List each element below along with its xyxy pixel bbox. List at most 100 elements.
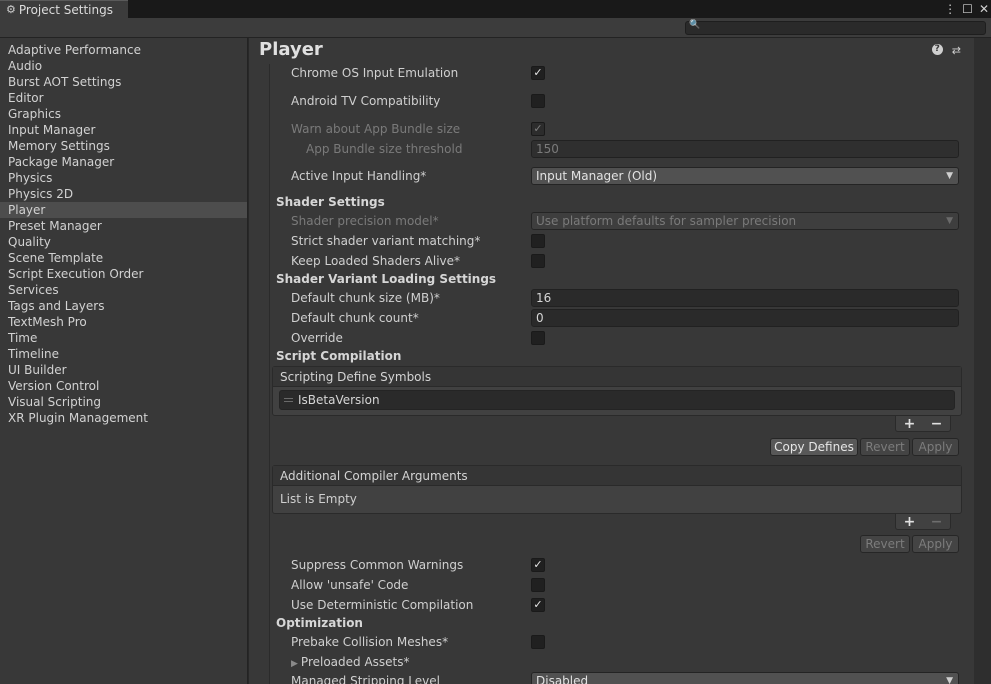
additional-compiler-arguments-header: Additional Compiler Arguments [273, 466, 961, 486]
window-controls: ⋮ ☐ ✕ [944, 0, 989, 18]
default-chunk-size-field[interactable]: 16 [531, 289, 959, 307]
page-title: Player [259, 39, 323, 60]
sidebar-item-package-manager[interactable]: Package Manager [0, 154, 247, 170]
managed-stripping-level-value: Disabled [536, 674, 589, 684]
shader-precision-model-label: Shader precision model* [291, 214, 439, 228]
define-symbol-value: IsBetaVersion [298, 393, 380, 407]
sidebar-item-adaptive-performance[interactable]: Adaptive Performance [0, 42, 247, 58]
additional-compiler-arguments-list: Additional Compiler Arguments List is Em… [272, 465, 962, 514]
shader-variant-loading-heading: Shader Variant Loading Settings [276, 272, 497, 286]
scripting-define-symbols-header: Scripting Define Symbols [273, 367, 961, 387]
preloaded-assets-label: Preloaded Assets* [300, 655, 410, 669]
prebake-collision-meshes-label: Prebake Collision Meshes* [291, 635, 449, 649]
shader-precision-model-value: Use platform defaults for sampler precis… [536, 214, 797, 228]
sidebar-item-version-control[interactable]: Version Control [0, 378, 247, 394]
sidebar-item-xr-plugin-management[interactable]: XR Plugin Management [0, 410, 247, 426]
drag-handle-icon[interactable] [284, 398, 293, 402]
default-chunk-count-field[interactable]: 0 [531, 309, 959, 327]
add-icon[interactable]: + [904, 514, 916, 530]
prebake-collision-meshes-checkbox[interactable] [531, 635, 545, 649]
panel-header: Player ? ⇄ ⋮ [249, 38, 991, 64]
android-tv-compatibility-label: Android TV Compatibility [291, 94, 441, 108]
sidebar-item-audio[interactable]: Audio [0, 58, 247, 74]
use-deterministic-compilation-checkbox[interactable]: ✓ [531, 598, 545, 612]
apply-button[interactable]: Apply [912, 438, 959, 456]
allow-unsafe-code-label: Allow 'unsafe' Code [291, 578, 409, 592]
sidebar-item-physics-2d[interactable]: Physics 2D [0, 186, 247, 202]
android-tv-compatibility-checkbox[interactable] [531, 94, 545, 108]
sidebar-item-tags-and-layers[interactable]: Tags and Layers [0, 298, 247, 314]
search-icon: 🔍 [689, 20, 701, 30]
managed-stripping-level-label: Managed Stripping Level [291, 674, 440, 684]
sidebar-item-quality[interactable]: Quality [0, 234, 247, 250]
add-icon[interactable]: + [904, 416, 916, 432]
compiler-apply-button[interactable]: Apply [912, 535, 959, 553]
maximize-icon[interactable]: ☐ [962, 2, 973, 16]
suppress-common-warnings-checkbox[interactable]: ✓ [531, 558, 545, 572]
sidebar-item-textmesh-pro[interactable]: TextMesh Pro [0, 314, 247, 330]
project-settings-tab[interactable]: ⚙ Project Settings [0, 0, 128, 18]
close-icon[interactable]: ✕ [979, 2, 989, 16]
sidebar-item-physics[interactable]: Physics [0, 170, 247, 186]
sidebar-item-visual-scripting[interactable]: Visual Scripting [0, 394, 247, 410]
preset-icon[interactable]: ⇄ [952, 44, 961, 57]
compiler-revert-button[interactable]: Revert [860, 535, 910, 553]
sidebar-item-editor[interactable]: Editor [0, 90, 247, 106]
keep-loaded-shaders-alive-label: Keep Loaded Shaders Alive* [291, 254, 461, 268]
sidebar-item-scene-template[interactable]: Scene Template [0, 250, 247, 266]
chevron-down-icon: ▼ [946, 171, 953, 181]
chrome-os-input-emulation-checkbox[interactable]: ✓ [531, 66, 545, 80]
shader-settings-heading: Shader Settings [276, 195, 385, 209]
managed-stripping-level-dropdown[interactable]: Disabled ▼ [531, 672, 959, 684]
strict-shader-variant-matching-checkbox[interactable] [531, 234, 545, 248]
copy-defines-button[interactable]: Copy Defines [770, 438, 858, 456]
suppress-common-warnings-label: Suppress Common Warnings [291, 558, 464, 572]
sidebar-item-input-manager[interactable]: Input Manager [0, 122, 247, 138]
gear-icon: ⚙ [6, 3, 16, 16]
active-input-handling-label: Active Input Handling* [291, 169, 427, 183]
triangle-right-icon: ▶ [291, 659, 298, 669]
app-bundle-size-threshold-field[interactable]: 150 [531, 140, 959, 158]
remove-icon[interactable]: − [931, 416, 943, 432]
override-label: Override [291, 331, 343, 345]
help-icon[interactable]: ? [931, 44, 943, 55]
list-item[interactable]: IsBetaVersion [279, 390, 955, 410]
preloaded-assets-foldout[interactable]: ▶ Preloaded Assets* [291, 653, 410, 671]
app-bundle-size-threshold-label: App Bundle size threshold [306, 142, 463, 156]
chevron-down-icon: ▼ [946, 216, 953, 226]
sidebar-item-timeline[interactable]: Timeline [0, 346, 247, 362]
list-empty-text: List is Empty [280, 492, 357, 506]
active-input-handling-value: Input Manager (Old) [536, 169, 658, 183]
script-compilation-heading: Script Compilation [276, 349, 402, 363]
sidebar-item-services[interactable]: Services [0, 282, 247, 298]
settings-panel: Player ? ⇄ ⋮ Chrome OS Input Emulation ✓… [249, 38, 991, 684]
sidebar-item-graphics[interactable]: Graphics [0, 106, 247, 122]
sidebar-item-memory-settings[interactable]: Memory Settings [0, 138, 247, 154]
compiler-args-add-remove: + − [895, 514, 951, 530]
active-input-handling-dropdown[interactable]: Input Manager (Old) ▼ [531, 167, 959, 185]
more-icon[interactable]: ⋮ [944, 2, 956, 16]
sidebar: Adaptive Performance Audio Burst AOT Set… [0, 38, 248, 684]
default-chunk-size-label: Default chunk size (MB)* [291, 291, 440, 305]
define-symbols-add-remove: + − [895, 416, 951, 432]
sidebar-item-ui-builder[interactable]: UI Builder [0, 362, 247, 378]
override-checkbox[interactable] [531, 331, 545, 345]
warn-app-bundle-size-checkbox[interactable]: ✓ [531, 122, 545, 136]
sidebar-item-burst-aot-settings[interactable]: Burst AOT Settings [0, 74, 247, 90]
search-input[interactable]: 🔍 [685, 20, 986, 35]
default-chunk-count-label: Default chunk count* [291, 311, 419, 325]
sidebar-item-script-execution-order[interactable]: Script Execution Order [0, 266, 247, 282]
chrome-os-input-emulation-label: Chrome OS Input Emulation [291, 66, 459, 80]
sidebar-item-player[interactable]: Player [0, 202, 247, 218]
allow-unsafe-code-checkbox[interactable] [531, 578, 545, 592]
keep-loaded-shaders-alive-checkbox[interactable] [531, 254, 545, 268]
warn-app-bundle-size-label: Warn about App Bundle size [291, 122, 461, 136]
revert-button[interactable]: Revert [860, 438, 910, 456]
shader-precision-model-dropdown[interactable]: Use platform defaults for sampler precis… [531, 212, 959, 230]
toolbar: 🔍 [0, 18, 991, 38]
sidebar-item-preset-manager[interactable]: Preset Manager [0, 218, 247, 234]
sidebar-item-time[interactable]: Time [0, 330, 247, 346]
optimization-heading: Optimization [276, 616, 363, 630]
remove-icon[interactable]: − [931, 514, 943, 530]
adjacent-window-edge [974, 38, 991, 684]
